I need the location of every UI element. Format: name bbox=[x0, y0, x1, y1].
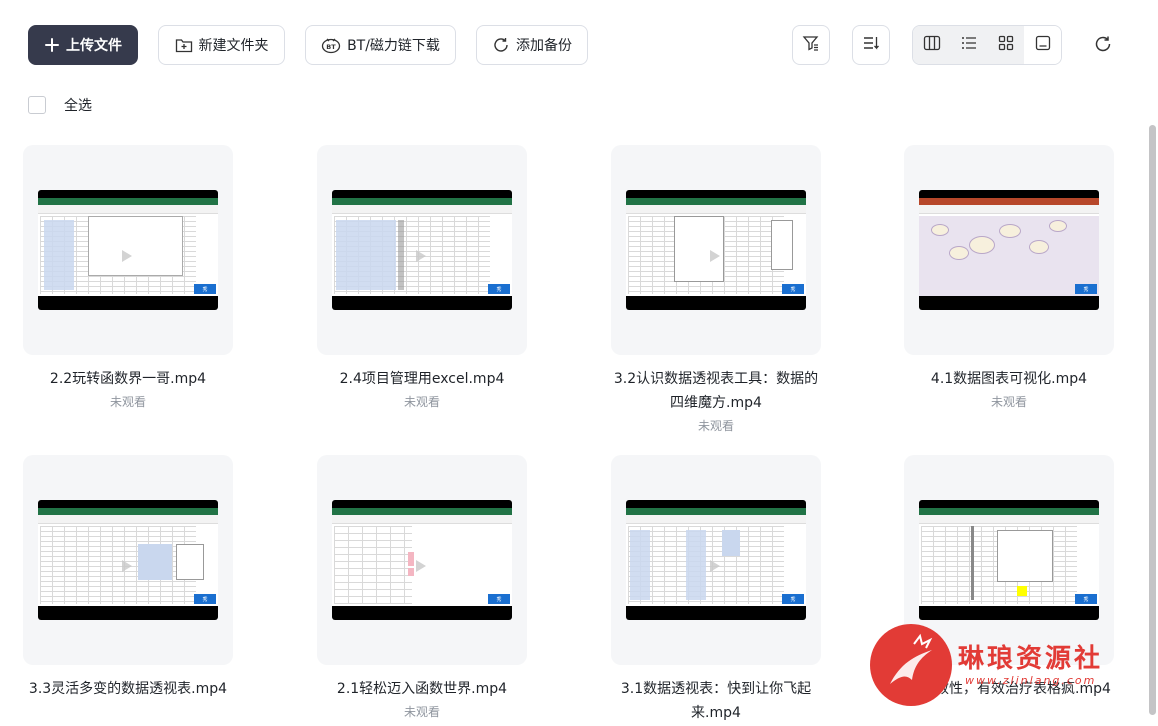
watermark-logo-icon bbox=[870, 624, 952, 706]
logo-icon: 秀 bbox=[782, 594, 804, 604]
file-name[interactable]: 2.4项目管理用excel.mp4 bbox=[317, 367, 527, 391]
video-thumbnail[interactable]: 秀 bbox=[904, 145, 1114, 355]
video-thumbnail[interactable]: 秀 bbox=[23, 455, 233, 665]
play-icon bbox=[122, 250, 132, 262]
file-name[interactable]: 4.1数据图表可视化.mp4 bbox=[904, 367, 1114, 391]
file-name[interactable]: 3.3灵活多变的数据透视表.mp4 bbox=[23, 677, 233, 701]
file-name[interactable]: 3.1数据透视表：快到让你飞起来.mp4 bbox=[611, 677, 821, 725]
video-preview: 秀 bbox=[626, 500, 806, 620]
logo-icon: 秀 bbox=[1075, 284, 1097, 294]
file-card[interactable]: 秀 2.1轻松迈入函数世界.mp4 未观看 bbox=[317, 455, 527, 720]
bt-download-label: BT/磁力链下载 bbox=[347, 38, 440, 54]
play-icon bbox=[710, 560, 720, 572]
logo-icon: 秀 bbox=[194, 594, 216, 604]
sort-button[interactable] bbox=[852, 25, 890, 65]
columns-icon bbox=[923, 35, 941, 55]
plus-icon bbox=[44, 37, 60, 53]
thumbnail-icon bbox=[1035, 35, 1051, 55]
svg-text:BT: BT bbox=[326, 43, 336, 51]
grid-icon bbox=[998, 35, 1014, 55]
view-mode-group bbox=[912, 25, 1062, 65]
file-card[interactable]: 秀 3.1数据透视表：快到让你飞起来.mp4 bbox=[611, 455, 821, 726]
watch-status: 未观看 bbox=[109, 395, 146, 409]
play-icon bbox=[416, 560, 426, 572]
video-preview: 秀 bbox=[332, 190, 512, 310]
bt-icon: BT bbox=[321, 36, 341, 54]
file-name[interactable]: 2.1轻松迈入函数世界.mp4 bbox=[317, 677, 527, 701]
logo-icon: 秀 bbox=[194, 284, 216, 294]
video-preview: 秀 bbox=[919, 500, 1099, 620]
upload-button[interactable]: 上传文件 bbox=[28, 25, 138, 65]
watch-status: 未观看 bbox=[990, 395, 1027, 409]
video-thumbnail[interactable]: 秀 bbox=[23, 145, 233, 355]
play-icon bbox=[416, 250, 426, 262]
add-backup-button[interactable]: 添加备份 bbox=[476, 25, 588, 65]
refresh-icon bbox=[1093, 34, 1113, 58]
select-all-label: 全选 bbox=[64, 98, 92, 114]
upload-label: 上传文件 bbox=[66, 38, 122, 54]
logo-icon: 秀 bbox=[488, 594, 510, 604]
video-thumbnail[interactable]: 秀 bbox=[317, 145, 527, 355]
play-icon bbox=[710, 250, 720, 262]
view-list-button[interactable] bbox=[950, 26, 987, 64]
watch-status: 未观看 bbox=[403, 395, 440, 409]
select-all[interactable]: 全选 bbox=[28, 95, 92, 115]
video-thumbnail[interactable]: 秀 bbox=[611, 455, 821, 665]
watch-status: 未观看 bbox=[403, 705, 440, 719]
logo-icon: 秀 bbox=[488, 284, 510, 294]
filter-icon bbox=[802, 34, 820, 56]
logo-icon: 秀 bbox=[1075, 594, 1097, 604]
sync-icon bbox=[492, 36, 510, 54]
file-card[interactable]: 秀 4.1数据图表可视化.mp4 未观看 bbox=[904, 145, 1114, 410]
view-thumbnail-button[interactable] bbox=[1024, 26, 1061, 64]
video-preview: 秀 bbox=[38, 190, 218, 310]
toolbar: 上传文件 新建文件夹 BT BT/磁力链下载 添加备份 bbox=[28, 25, 1128, 65]
file-card[interactable]: 秀 3.3灵活多变的数据透视表.mp4 bbox=[23, 455, 233, 703]
folder-plus-icon bbox=[175, 37, 193, 53]
file-name[interactable]: 2.2玩转函数界一哥.mp4 bbox=[23, 367, 233, 391]
scrollbar[interactable] bbox=[1149, 125, 1156, 715]
select-all-checkbox[interactable] bbox=[28, 96, 46, 114]
file-card[interactable]: 秀 3.2认识数据透视表工具：数据的四维魔方.mp4 未观看 bbox=[611, 145, 821, 434]
new-folder-label: 新建文件夹 bbox=[198, 38, 269, 54]
video-preview: 秀 bbox=[626, 190, 806, 310]
watermark-text: 琳琅资源社 bbox=[958, 644, 1104, 674]
bt-download-button[interactable]: BT BT/磁力链下载 bbox=[305, 25, 456, 65]
watch-status: 未观看 bbox=[697, 419, 734, 433]
refresh-button[interactable] bbox=[1091, 34, 1115, 58]
video-preview: 秀 bbox=[919, 190, 1099, 310]
sort-icon bbox=[862, 34, 880, 56]
video-preview: 秀 bbox=[332, 500, 512, 620]
video-thumbnail[interactable]: 秀 bbox=[611, 145, 821, 355]
play-icon bbox=[122, 560, 132, 572]
view-columns-button[interactable] bbox=[913, 26, 950, 64]
file-card[interactable]: 秀 2.4项目管理用excel.mp4 未观看 bbox=[317, 145, 527, 410]
watermark: 琳琅资源社 www.zlinlang.com bbox=[870, 622, 1140, 722]
list-icon bbox=[960, 35, 978, 55]
filter-button[interactable] bbox=[792, 25, 830, 65]
video-preview: 秀 bbox=[38, 500, 218, 620]
file-card[interactable]: 秀 2.2玩转函数界一哥.mp4 未观看 bbox=[23, 145, 233, 410]
video-thumbnail[interactable]: 秀 bbox=[317, 455, 527, 665]
view-grid-button[interactable] bbox=[987, 26, 1024, 64]
add-backup-label: 添加备份 bbox=[516, 38, 572, 54]
new-folder-button[interactable]: 新建文件夹 bbox=[158, 25, 285, 65]
file-name[interactable]: 3.2认识数据透视表工具：数据的四维魔方.mp4 bbox=[611, 367, 821, 415]
logo-icon: 秀 bbox=[782, 284, 804, 294]
watermark-url: www.zlinlang.com bbox=[965, 674, 1097, 687]
